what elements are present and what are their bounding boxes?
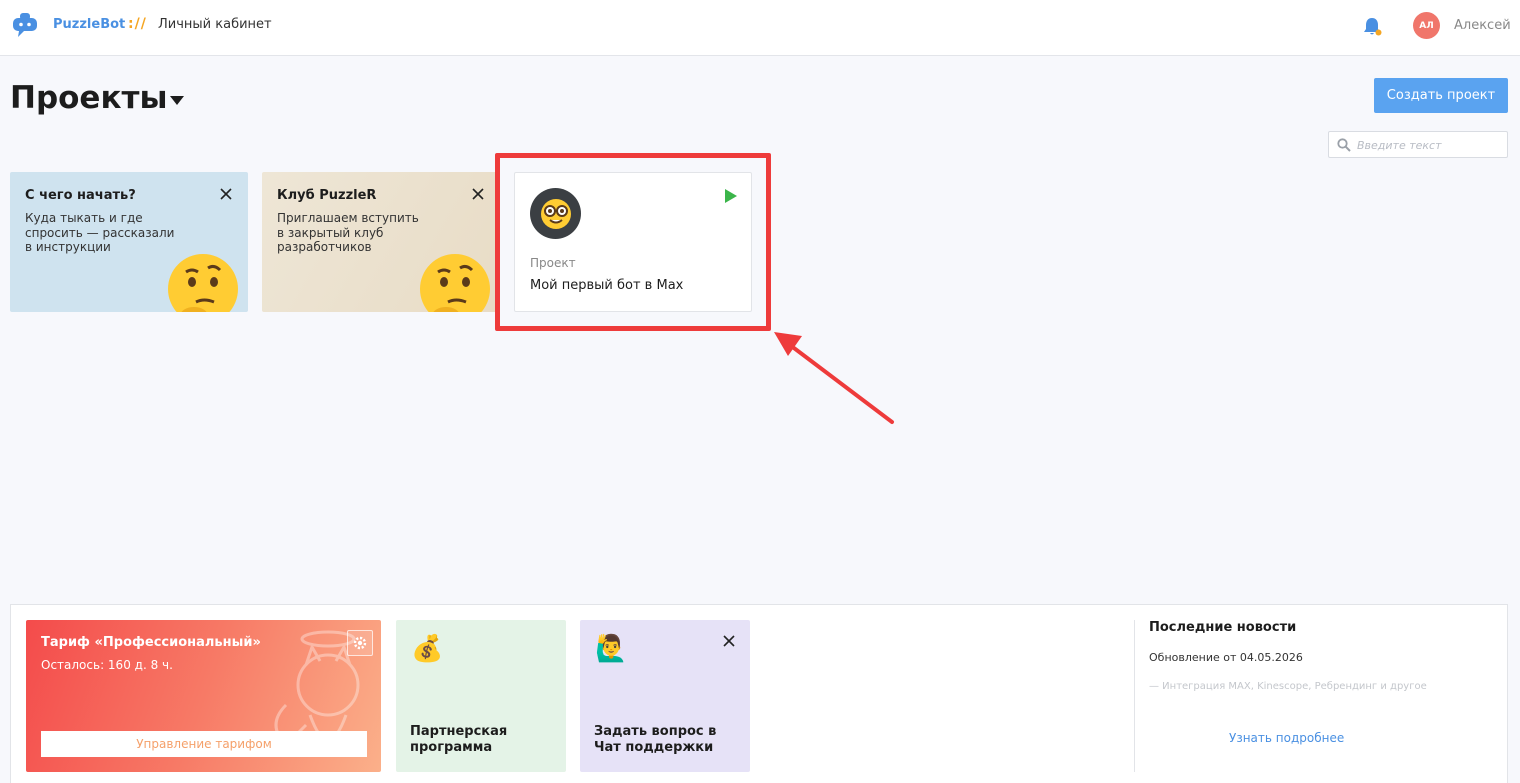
create-project-button[interactable]: Создать проект bbox=[1374, 78, 1508, 113]
notifications-bell-icon[interactable] bbox=[1362, 16, 1382, 38]
tariff-card: Тариф «Профессиональный» Осталось: 160 д… bbox=[26, 620, 381, 772]
project-label: Проект bbox=[530, 256, 576, 270]
gear-icon bbox=[353, 636, 367, 650]
support-chat-tile[interactable]: 🙋‍♂️ Задать вопрос в Чат поддержки bbox=[580, 620, 750, 772]
breadcrumb[interactable]: Личный кабинет bbox=[158, 17, 272, 32]
partner-program-label: Партнерская программа bbox=[410, 724, 508, 755]
support-chat-label: Задать вопрос в Чат поддержки bbox=[594, 724, 717, 755]
search-icon bbox=[1337, 138, 1351, 152]
close-icon[interactable] bbox=[219, 187, 233, 201]
partner-program-tile[interactable]: 💰 Партнерская программа bbox=[396, 620, 566, 772]
username[interactable]: Алексей bbox=[1454, 18, 1511, 33]
play-icon[interactable] bbox=[725, 189, 737, 203]
projects-dropdown-caret-icon[interactable] bbox=[170, 96, 184, 105]
annotation-arrow-icon bbox=[774, 332, 894, 424]
page-title: Проекты bbox=[10, 80, 168, 116]
news-date: Обновление от 04.05.2026 bbox=[1149, 651, 1303, 664]
close-icon[interactable] bbox=[471, 187, 485, 201]
project-avatar bbox=[530, 188, 581, 239]
nerd-face-icon bbox=[540, 198, 571, 229]
brand-separator: :// bbox=[128, 16, 147, 32]
top-header: PuzzleBot :// Личный кабинет АЛ Алексей bbox=[0, 0, 1520, 56]
promo-card-club[interactable]: Клуб PuzzleR Приглашаем вступить в закры… bbox=[262, 172, 500, 312]
promo-card-getting-started[interactable]: С чего начать? Куда тыкать и где спросит… bbox=[10, 172, 248, 312]
news-description: — Интеграция MAX, Kinescope, Ребрендинг … bbox=[1149, 681, 1427, 692]
news-divider bbox=[1134, 620, 1135, 772]
close-icon[interactable] bbox=[722, 634, 736, 648]
project-card[interactable]: Проект Мой первый бот в Max bbox=[514, 172, 752, 312]
bottom-panel: Тариф «Профессиональный» Осталось: 160 д… bbox=[10, 604, 1508, 783]
manage-tariff-button[interactable]: Управление тарифом bbox=[41, 731, 367, 757]
tariff-remaining: Осталось: 160 д. 8 ч. bbox=[41, 658, 173, 672]
puzzlebot-logo-icon[interactable] bbox=[11, 12, 39, 38]
bell-badge bbox=[1375, 29, 1382, 36]
thinking-face-icon bbox=[420, 254, 490, 312]
raising-hand-icon: 🙋‍♂️ bbox=[595, 634, 628, 664]
user-avatar[interactable]: АЛ bbox=[1413, 12, 1440, 39]
tariff-settings-button[interactable] bbox=[347, 630, 373, 656]
project-name[interactable]: Мой первый бот в Max bbox=[530, 278, 683, 293]
thinking-face-icon bbox=[168, 254, 238, 312]
money-bag-icon: 💰 bbox=[411, 634, 444, 664]
promo-text: Приглашаем вступить в закрытый клуб разр… bbox=[277, 211, 419, 254]
tariff-title: Тариф «Профессиональный» bbox=[41, 635, 261, 650]
news-more-link[interactable]: Узнать подробнее bbox=[1229, 731, 1344, 745]
news-title: Последние новости bbox=[1149, 620, 1297, 635]
promo-title: С чего начать? bbox=[25, 188, 136, 203]
brand-name[interactable]: PuzzleBot bbox=[53, 17, 125, 32]
search-box[interactable] bbox=[1328, 131, 1508, 158]
promo-text: Куда тыкать и где спросить — рассказали … bbox=[25, 211, 175, 254]
promo-title: Клуб PuzzleR bbox=[277, 188, 377, 203]
search-input[interactable] bbox=[1357, 136, 1505, 154]
